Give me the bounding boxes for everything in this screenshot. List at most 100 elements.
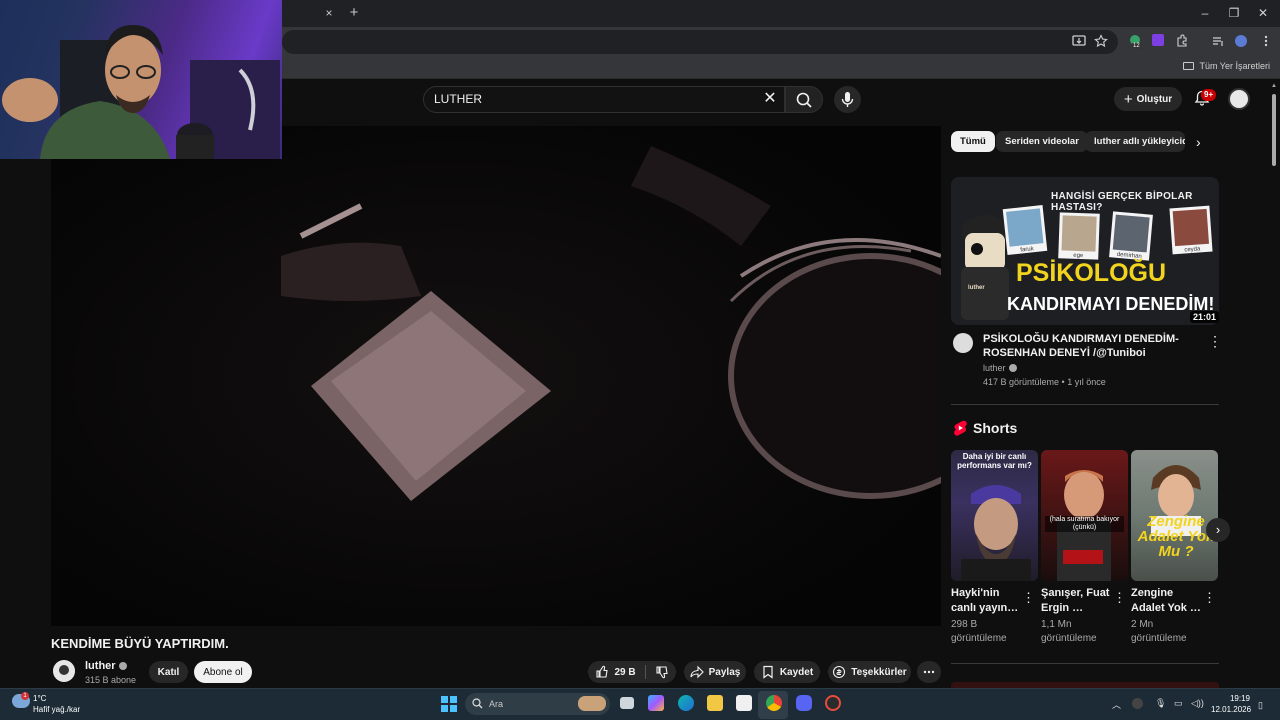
- file-explorer-icon[interactable]: [707, 695, 723, 711]
- close-window-button[interactable]: ✕: [1253, 5, 1273, 21]
- divider: [644, 665, 646, 679]
- more-vertical-icon[interactable]: ⋮: [1208, 333, 1222, 350]
- short-thumbnail[interactable]: (hala suratıma bakıyor (çünkü): [1041, 450, 1128, 581]
- more-vertical-icon[interactable]: ⋮: [1113, 590, 1126, 606]
- share-button[interactable]: Paylaş: [684, 661, 746, 683]
- more-horizontal-icon: [923, 670, 935, 674]
- discord-icon[interactable]: [796, 695, 812, 711]
- voice-search-button[interactable]: [834, 86, 861, 113]
- create-button[interactable]: + Oluştur: [1114, 87, 1182, 111]
- subscribe-button[interactable]: Abone ol: [194, 661, 252, 683]
- tray-app-icon[interactable]: [1132, 698, 1143, 709]
- bookmark-icon: [763, 665, 773, 679]
- shorts-next-button[interactable]: ›: [1206, 518, 1230, 542]
- folder-icon: [1183, 62, 1195, 70]
- thumbs-down-icon[interactable]: [655, 665, 669, 679]
- scroll-up-arrow[interactable]: ▲: [1271, 83, 1277, 89]
- video-title: KENDİME BÜYÜ YAPTIRDIM.: [51, 636, 229, 651]
- more-vertical-icon[interactable]: ⋮: [1203, 590, 1216, 606]
- obs-icon[interactable]: [825, 695, 841, 711]
- video-duration-badge: 21:01: [1190, 311, 1220, 323]
- new-tab-button[interactable]: +: [346, 5, 362, 21]
- network-icon[interactable]: ▭: [1174, 698, 1183, 709]
- recommended-channel-avatar[interactable]: [953, 333, 973, 353]
- short-title[interactable]: Zengine Adalet Yok …: [1131, 586, 1201, 616]
- chevron-right-icon[interactable]: ›: [1196, 134, 1201, 150]
- edge-icon[interactable]: [678, 695, 694, 711]
- address-bar[interactable]: [282, 30, 1118, 54]
- minimize-button[interactable]: –: [1195, 5, 1215, 21]
- create-label: Oluştur: [1136, 93, 1173, 105]
- save-button[interactable]: Kaydet: [754, 661, 820, 683]
- tray-time[interactable]: 19:19: [1226, 694, 1250, 703]
- copilot-icon[interactable]: [648, 695, 664, 711]
- chrome-icon[interactable]: [766, 695, 782, 711]
- maximize-button[interactable]: ❐: [1224, 5, 1244, 21]
- channel-avatar[interactable]: [53, 660, 75, 682]
- video-frame: [51, 126, 941, 626]
- like-button[interactable]: 29 B: [595, 665, 636, 679]
- short-thumbnail-image: [961, 485, 1031, 581]
- tray-overflow-icon[interactable]: ︿: [1112, 698, 1121, 711]
- volume-icon[interactable]: ◁)): [1191, 698, 1204, 709]
- chip-series-videos[interactable]: Seriden videolar: [996, 131, 1088, 152]
- weather-temperature: 1°C: [33, 694, 47, 703]
- subscriber-count: 315 B abone: [85, 675, 137, 685]
- short-views: 2 Mn görüntüleme: [1131, 619, 1187, 644]
- short-title[interactable]: Hayki'nin canlı yayın…: [951, 586, 1021, 616]
- super-thanks-icon: [833, 665, 846, 679]
- store-icon[interactable]: [736, 695, 752, 711]
- polaroid-photo: ege: [1058, 212, 1100, 260]
- verified-icon: [118, 662, 127, 670]
- channel-name[interactable]: luther: [85, 660, 127, 672]
- more-actions-button[interactable]: [917, 661, 941, 683]
- polaroid-name: ceyda: [1184, 246, 1201, 254]
- short-title[interactable]: Şanışer, Fuat Ergin …: [1041, 586, 1111, 616]
- channel-name-label: luther: [85, 660, 116, 672]
- browser-menu-icon[interactable]: [1258, 34, 1274, 50]
- share-label: Paylaş: [708, 666, 741, 678]
- short-thumbnail-text: Zengine Adalet Yok Mu ?: [1137, 513, 1215, 560]
- verified-icon: [1008, 364, 1017, 372]
- search-highlight-icon[interactable]: [578, 696, 606, 711]
- polaroid-photo: ceyda: [1169, 205, 1213, 255]
- windows-taskbar: [0, 688, 1280, 720]
- video-player[interactable]: [51, 126, 941, 626]
- close-tab-icon[interactable]: ×: [322, 6, 336, 20]
- search-button[interactable]: [785, 86, 823, 113]
- section-divider: [951, 663, 1219, 664]
- notification-center-icon[interactable]: ▯: [1258, 700, 1263, 711]
- chip-all[interactable]: Tümü: [951, 131, 995, 152]
- webcam-overlay: [0, 0, 282, 159]
- short-thumbnail[interactable]: Daha iyi bir canlı performans var mı?: [951, 450, 1038, 581]
- short-views: 1,1 Mn görüntüleme: [1041, 619, 1097, 644]
- recommended-channel-name[interactable]: luther: [983, 363, 1017, 373]
- recommended-video-title[interactable]: PSİKOLOĞU KANDIRMAYI DENEDİM-ROSENHAN DE…: [983, 332, 1198, 360]
- recommended-video-thumbnail[interactable]: HANGİSİ GERÇEK BİPOLAR HASTASI? luther f…: [951, 177, 1219, 325]
- more-vertical-icon[interactable]: ⋮: [1022, 590, 1035, 606]
- account-avatar[interactable]: [1228, 88, 1250, 110]
- taskbar-search-placeholder: Ara: [489, 699, 504, 709]
- install-app-icon[interactable]: [1071, 34, 1087, 50]
- microphone-tray-icon[interactable]: 🎙: [1155, 698, 1166, 709]
- task-view-icon[interactable]: [620, 697, 634, 709]
- tray-date[interactable]: 12.01.2026: [1211, 705, 1251, 714]
- join-button[interactable]: Katıl: [149, 661, 188, 683]
- chip-uploader[interactable]: luther adlı yükleyiciden: [1085, 131, 1185, 152]
- scrollbar-thumb[interactable]: [1272, 94, 1276, 166]
- profile-icon[interactable]: [1233, 34, 1249, 50]
- short-thumbnail-text: (hala suratıma bakıyor (çünkü): [1045, 516, 1124, 532]
- extension-purple-icon[interactable]: [1150, 34, 1166, 50]
- webcam-streamer-image: [2, 25, 280, 159]
- weather-description: Hafif yağ./kar: [33, 705, 81, 714]
- short-thumbnail[interactable]: Zengine Adalet Yok Mu ?: [1131, 450, 1218, 581]
- all-bookmarks-link[interactable]: Tüm Yer İşaretleri: [1183, 61, 1270, 71]
- bookmark-star-icon[interactable]: [1093, 34, 1109, 50]
- start-button[interactable]: [441, 696, 457, 712]
- notifications-badge: 9+: [1201, 89, 1217, 101]
- search-icon: [796, 92, 812, 108]
- extensions-puzzle-icon[interactable]: [1174, 34, 1190, 50]
- clear-search-icon[interactable]: ✕: [762, 90, 778, 108]
- thanks-button[interactable]: Teşekkürler: [828, 661, 911, 683]
- media-control-icon[interactable]: [1210, 34, 1226, 50]
